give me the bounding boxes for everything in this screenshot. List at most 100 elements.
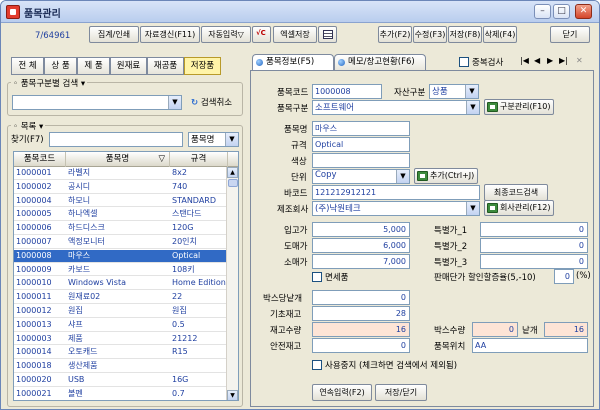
table-row[interactable]: 1000007 액정모니터 20인치: [14, 236, 228, 249]
cell-name: USB: [68, 375, 85, 384]
table-row[interactable]: 1000014 오토캐드 R15: [14, 346, 228, 360]
delete-button[interactable]: 삭제(F4): [483, 26, 517, 43]
tax-free-checkbox[interactable]: [312, 272, 322, 282]
cancel-search-button[interactable]: ↻ 검색취소: [191, 96, 232, 108]
scroll-down-icon[interactable]: ▼: [227, 390, 238, 400]
grid-icon[interactable]: [318, 26, 337, 43]
item-list-grid[interactable]: 품목코드 품목명 ▽ 규격 1000001 라벨지 8x2 1000002 공시디 740 1…: [13, 151, 239, 401]
last-icon[interactable]: ▶|: [559, 56, 568, 65]
table-row[interactable]: 1000005 하나엑셀 스탠다드: [14, 208, 228, 222]
chevron-down-icon[interactable]: ▼: [225, 133, 238, 146]
cell-code: 1000009: [16, 264, 52, 274]
save-button[interactable]: 저장(F8): [448, 26, 482, 43]
column-header-code[interactable]: 품목코드: [14, 152, 66, 167]
chevron-down-icon[interactable]: ▼: [466, 202, 479, 215]
calculator-icon[interactable]: √C: [252, 26, 271, 43]
table-row[interactable]: 1000011 원재료02 22: [14, 291, 228, 305]
find-input[interactable]: [49, 132, 183, 147]
chevron-down-icon[interactable]: ▼: [466, 101, 479, 114]
special3-field[interactable]: 0: [480, 254, 588, 269]
table-row[interactable]: 1000009 카보드 108키: [14, 264, 228, 277]
company-mgmt-button[interactable]: 회사관리(F12): [484, 200, 555, 216]
cell-code: 1000001: [16, 168, 52, 177]
close-button[interactable]: 닫기: [550, 26, 590, 43]
item-code-field[interactable]: 1000008: [312, 84, 382, 99]
table-row[interactable]: 1000001 라벨지 8x2: [14, 167, 228, 180]
disabled-checkbox[interactable]: [312, 360, 322, 370]
table-row[interactable]: 1000018 생산제품: [14, 360, 228, 374]
special1-field[interactable]: 0: [480, 222, 588, 237]
barcode-field[interactable]: 121212912121: [312, 185, 480, 200]
special2-field[interactable]: 0: [480, 238, 588, 253]
chevron-down-icon[interactable]: ▼: [396, 170, 409, 183]
unit-select[interactable]: Copy ▼: [312, 169, 410, 184]
save-close-button[interactable]: 저장/닫기: [375, 384, 427, 401]
minimize-icon[interactable]: –: [534, 4, 551, 19]
table-row[interactable]: 1000010 Windows Vista Home Edition: [14, 277, 228, 291]
barcode-search-button[interactable]: 최종코드검색: [484, 184, 548, 201]
safety-field[interactable]: 0: [312, 338, 410, 353]
table-row[interactable]: 1000003 제품 21212: [14, 333, 228, 346]
category-mgmt-button[interactable]: 구분관리(F10): [484, 99, 555, 115]
maker-select[interactable]: (주)낙원테크 ▼: [312, 201, 480, 216]
table-row[interactable]: 1000006 하드디스크 120G: [14, 222, 228, 236]
close-icon[interactable]: ✕: [576, 56, 583, 65]
refresh-button[interactable]: 자료갱신(F11): [140, 26, 200, 43]
table-row[interactable]: 1000004 하모니 STANDARD: [14, 195, 228, 208]
item-category-select[interactable]: 소프트웨어 ▼: [312, 100, 480, 115]
window-title: 품목관리: [24, 9, 61, 20]
table-row[interactable]: 1000002 공시디 740: [14, 181, 228, 194]
wholesale-field[interactable]: 6,000: [312, 238, 410, 253]
column-header-spec[interactable]: 규격: [170, 152, 228, 167]
cell-name: 오토캐드: [68, 347, 98, 357]
close-window-icon[interactable]: ✕: [575, 4, 592, 19]
cell-name: 원집: [68, 306, 83, 315]
asset-select[interactable]: 상품 ▼: [429, 84, 479, 99]
table-row[interactable]: 1000012 원집 원집: [14, 305, 228, 318]
first-icon[interactable]: |◀: [520, 56, 529, 65]
table-row[interactable]: 1000021 볼펜 0.7: [14, 388, 228, 400]
tab-all[interactable]: 전 체: [11, 57, 44, 75]
scroll-thumb[interactable]: [228, 179, 238, 187]
safety-label: 안전재고: [270, 342, 302, 352]
chevron-down-icon[interactable]: ▼: [465, 85, 478, 98]
filter-icon[interactable]: ▽: [158, 152, 165, 166]
add-button[interactable]: 추가(F2): [378, 26, 412, 43]
find-field-select[interactable]: 품목명 ▼: [188, 132, 239, 147]
unit-add-button[interactable]: 추가(Ctrl+J): [414, 168, 479, 184]
base-stock-field[interactable]: 28: [312, 306, 410, 321]
discount-label: 판매단가 할인할증율(5,-10): [434, 273, 536, 283]
edit-button[interactable]: 수정(F3): [413, 26, 447, 43]
location-field[interactable]: AA: [472, 338, 588, 353]
tab-wip[interactable]: 재공품: [147, 57, 184, 75]
box-qty-field[interactable]: 0: [312, 290, 410, 305]
prev-icon[interactable]: ◀: [534, 56, 540, 65]
maximize-icon[interactable]: □: [553, 4, 570, 19]
tab-item-info[interactable]: 품목정보(F5): [252, 54, 334, 70]
color-field[interactable]: [312, 153, 410, 168]
scroll-up-icon[interactable]: ▲: [227, 167, 238, 178]
tab-products[interactable]: 제 품: [77, 57, 110, 75]
chevron-down-icon[interactable]: ▼: [168, 96, 181, 109]
duplicate-check-checkbox[interactable]: [459, 57, 469, 67]
column-header-name[interactable]: 품목명 ▽: [66, 152, 170, 167]
discount-field[interactable]: 0: [554, 269, 574, 284]
grid-scrollbar[interactable]: ▲ ▼: [226, 167, 238, 400]
tab-memo-warehouse[interactable]: 메모/창고현황(F6): [334, 54, 426, 70]
tab-goods[interactable]: 상 품: [44, 57, 77, 75]
table-row[interactable]: 1000020 USB 16G: [14, 374, 228, 387]
table-row[interactable]: 1000008 마우스 Optical: [14, 249, 228, 263]
item-name-field[interactable]: 마우스: [312, 121, 410, 136]
auto-input-button[interactable]: 자동입력▽: [201, 26, 251, 43]
spec-field[interactable]: Optical: [312, 137, 410, 152]
summary-print-button[interactable]: 집계/인쇄: [89, 26, 139, 43]
retail-field[interactable]: 7,000: [312, 254, 410, 269]
tab-raw-materials[interactable]: 원재료: [110, 57, 147, 75]
continuous-input-button[interactable]: 연속입력(F2): [312, 384, 372, 401]
excel-save-button[interactable]: 엑셀저장: [273, 26, 317, 43]
tab-stored[interactable]: 저장품: [184, 57, 221, 75]
next-icon[interactable]: ▶: [547, 56, 553, 65]
table-row[interactable]: 1000013 샤프 0.5: [14, 319, 228, 332]
category-search-combo[interactable]: ▼: [12, 95, 182, 110]
purchase-price-field[interactable]: 5,000: [312, 222, 410, 237]
